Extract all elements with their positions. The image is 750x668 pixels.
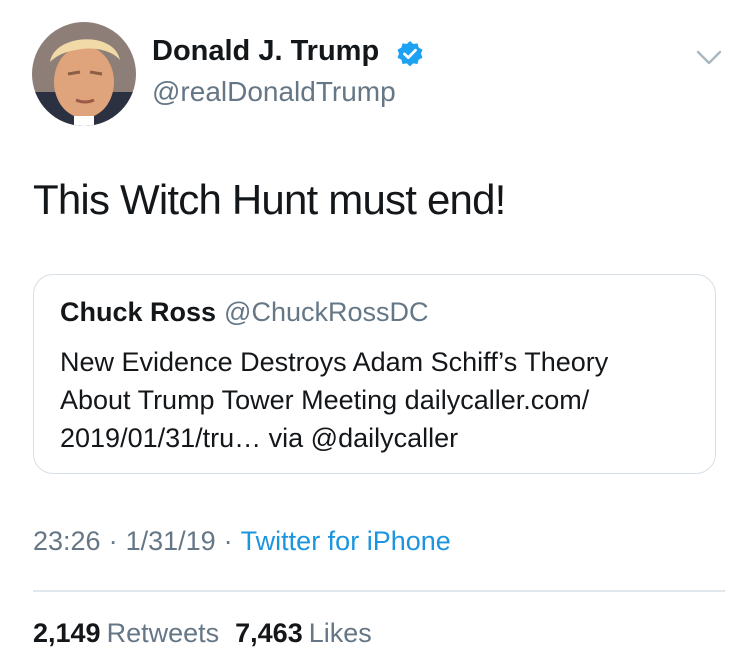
tweet-date[interactable]: 1/31/19 xyxy=(126,526,216,556)
quoted-author-name: Chuck Ross xyxy=(60,297,217,327)
verified-badge-icon xyxy=(397,41,423,67)
tweet-meta: 23:26 · 1/31/19 · Twitter for iPhone xyxy=(33,526,451,557)
retweets-stat[interactable]: 2,149 Retweets xyxy=(33,618,219,648)
quoted-text-line: About Trump Tower Meeting dailycaller.co… xyxy=(60,385,590,415)
likes-count: 7,463 xyxy=(235,618,303,648)
author-display-name[interactable]: Donald J. Trump xyxy=(152,35,379,68)
likes-label: Likes xyxy=(308,618,372,648)
avatar[interactable] xyxy=(32,22,136,126)
avatar-image xyxy=(32,22,136,126)
tweet-time[interactable]: 23:26 xyxy=(33,526,101,556)
author-handle[interactable]: @realDonaldTrump xyxy=(152,76,396,108)
divider xyxy=(33,590,725,592)
meta-separator: · xyxy=(108,526,118,556)
tweet-stats: 2,149 Retweets 7,463 Likes xyxy=(33,618,372,649)
retweets-count: 2,149 xyxy=(33,618,101,648)
likes-stat[interactable]: 7,463 Likes xyxy=(235,618,372,648)
quoted-text-line: New Evidence Destroys Adam Schiff’s Theo… xyxy=(60,347,609,377)
quoted-text-line: 2019/01/31/tru… via @dailycaller xyxy=(60,423,459,453)
quoted-tweet-text: New Evidence Destroys Adam Schiff’s Theo… xyxy=(60,343,700,457)
tweet-source-link[interactable]: Twitter for iPhone xyxy=(241,526,451,556)
quoted-tweet-card[interactable]: Chuck Ross @ChuckRossDC New Evidence Dest… xyxy=(33,274,716,474)
tweet-text: This Witch Hunt must end! xyxy=(33,176,506,223)
quoted-author: Chuck Ross @ChuckRossDC xyxy=(60,297,429,328)
quoted-author-handle: @ChuckRossDC xyxy=(224,297,429,327)
retweets-label: Retweets xyxy=(106,618,220,648)
chevron-down-icon[interactable] xyxy=(694,46,724,70)
meta-separator: · xyxy=(223,526,233,556)
